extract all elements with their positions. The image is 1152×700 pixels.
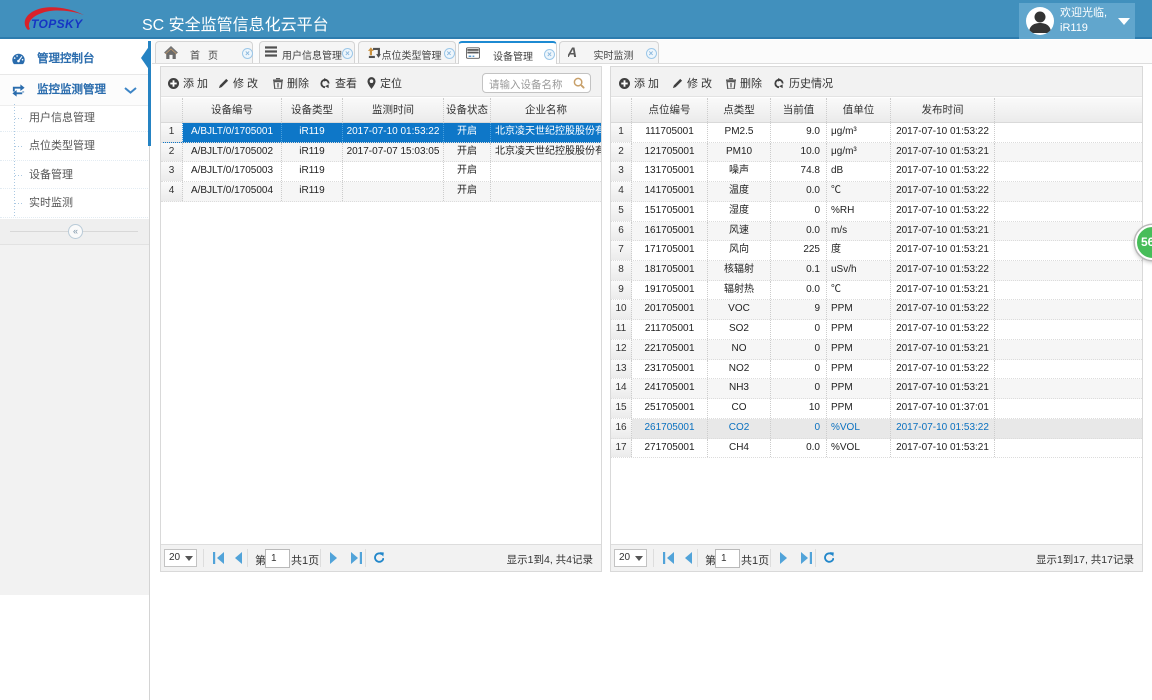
- svg-text:TOPSKY: TOPSKY: [31, 17, 83, 31]
- svg-text:A: A: [568, 46, 577, 58]
